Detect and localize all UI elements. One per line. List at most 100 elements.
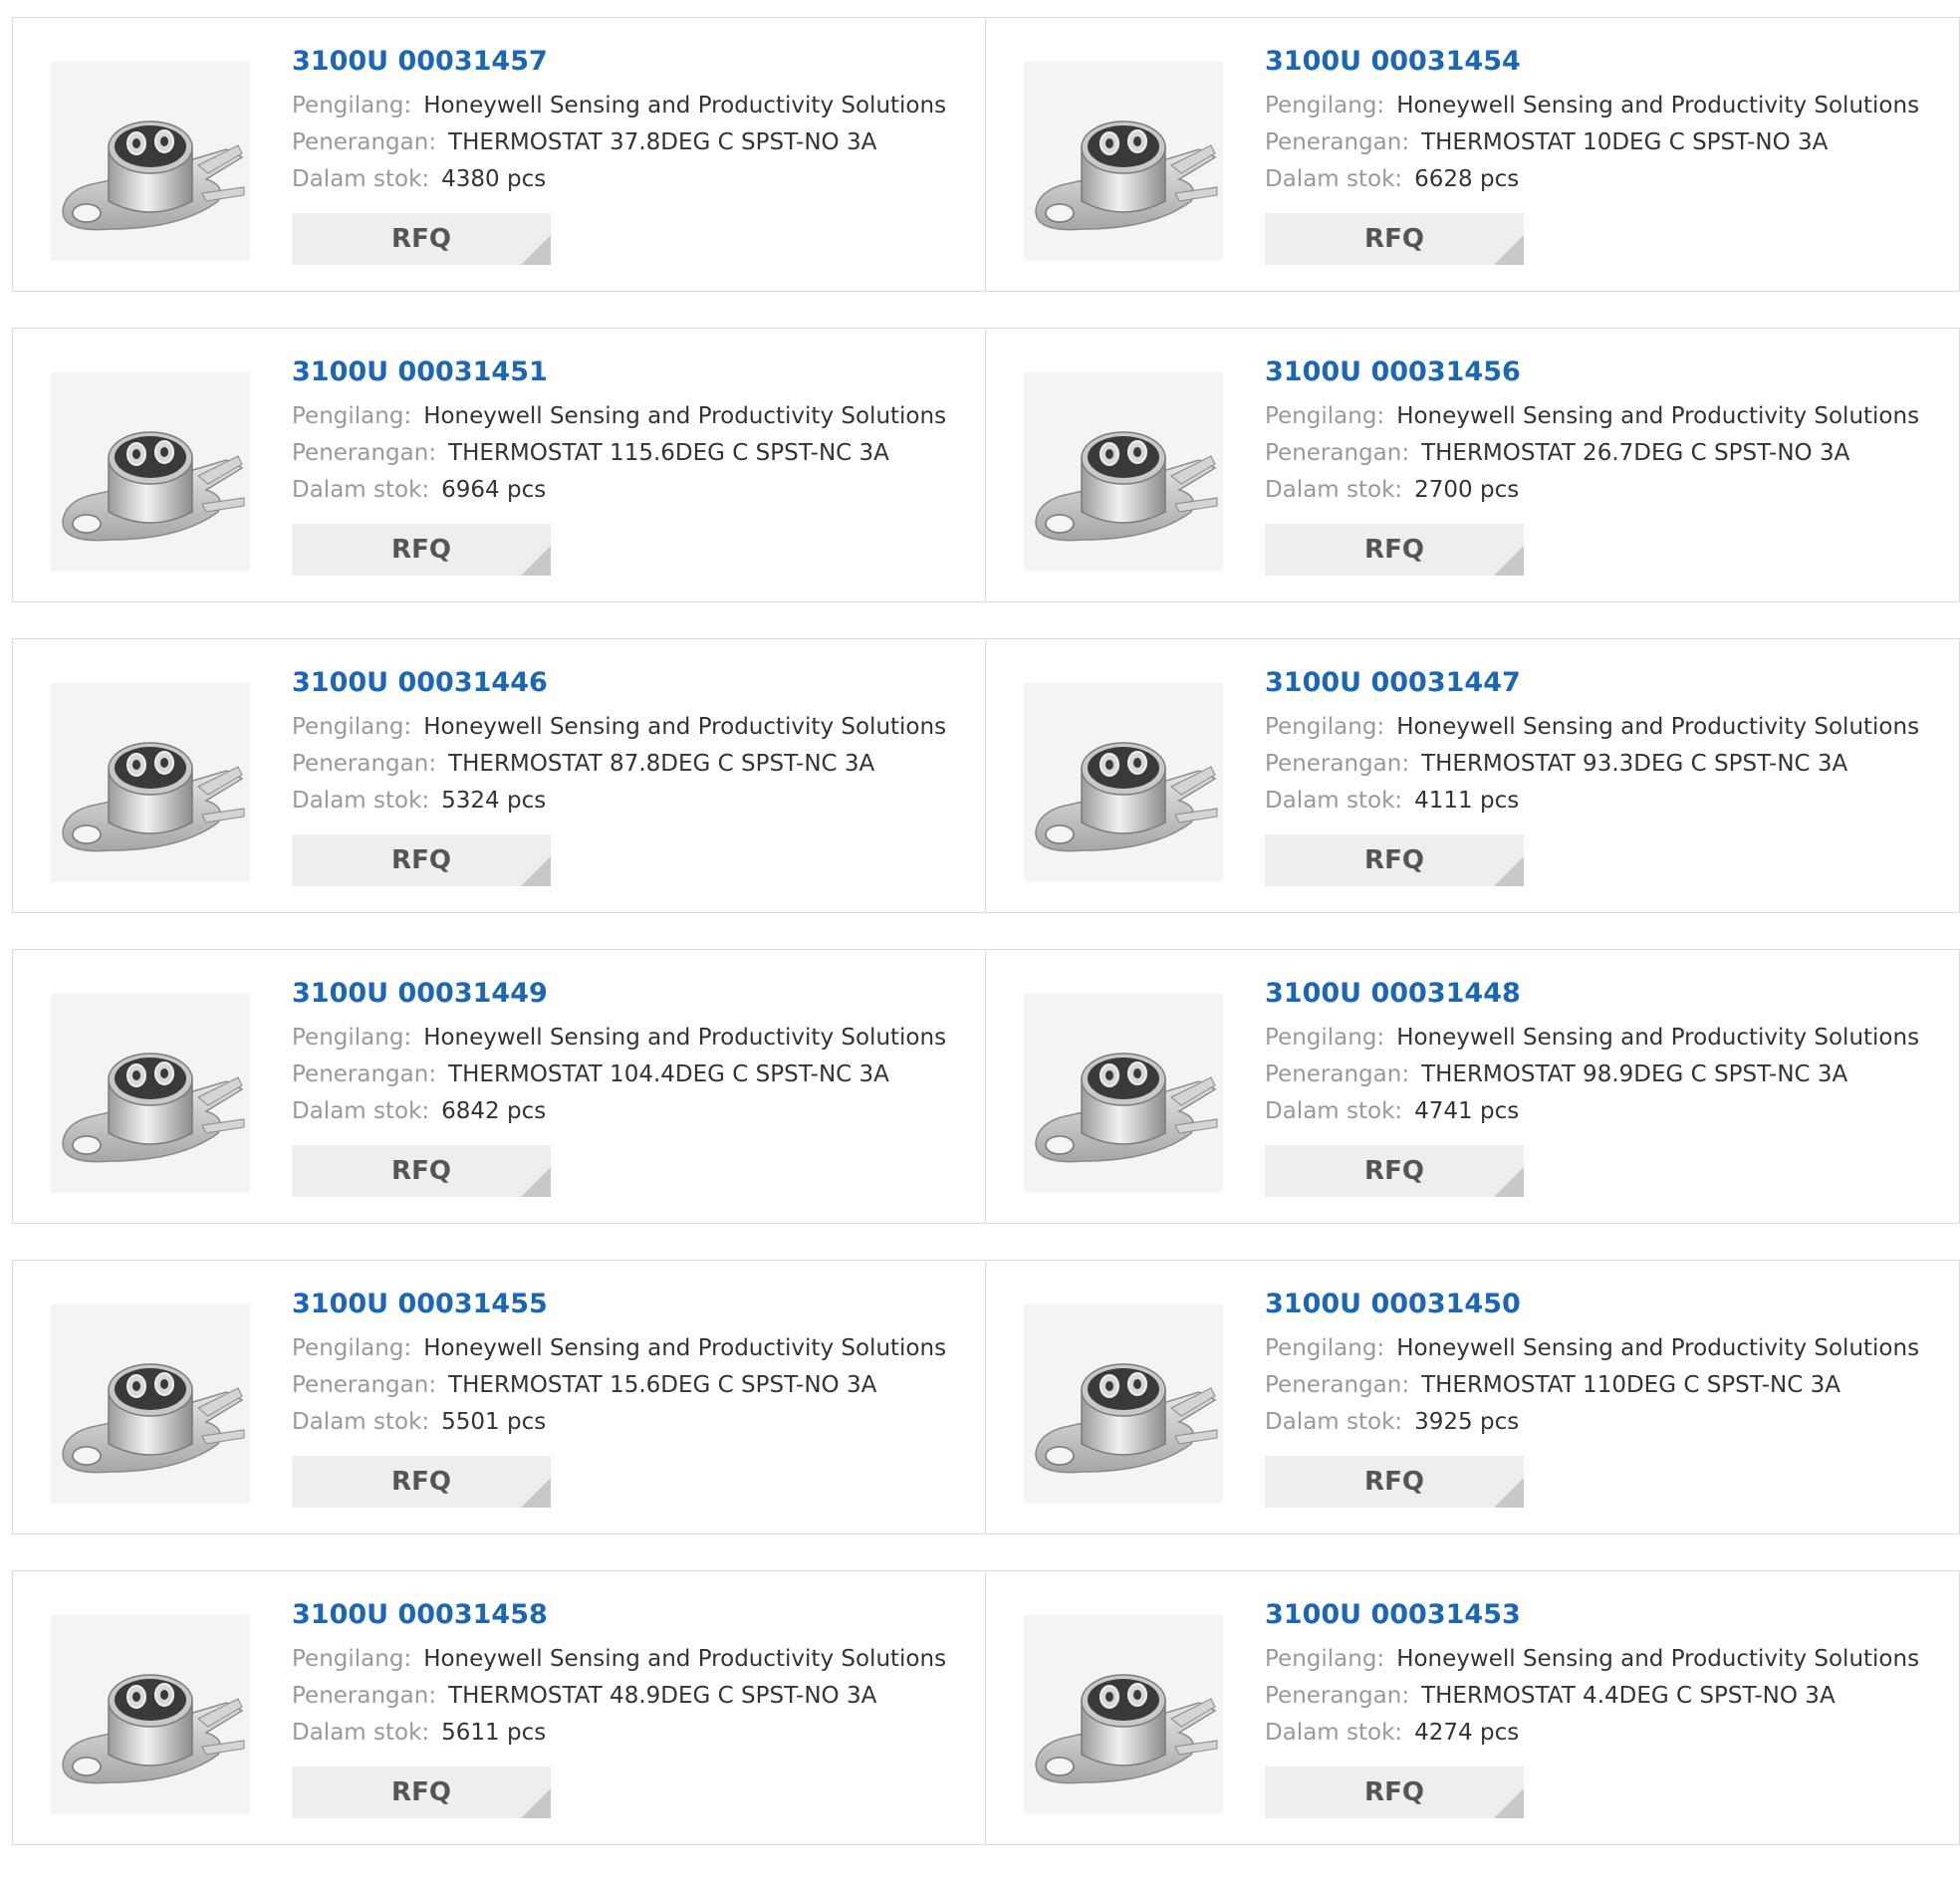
rfq-label: RFQ <box>1364 1777 1424 1807</box>
stock-line: Dalam stok: 4274 pcs <box>1265 1715 1919 1752</box>
stock-label: Dalam stok: <box>1265 477 1403 503</box>
rfq-corner-decoration <box>521 546 551 576</box>
rfq-button[interactable]: RFQ <box>1265 524 1524 576</box>
rfq-button[interactable]: RFQ <box>292 213 551 265</box>
rfq-button[interactable]: RFQ <box>292 524 551 576</box>
rfq-button[interactable]: RFQ <box>1265 834 1524 886</box>
product-title-link[interactable]: 3100U 00031458 <box>292 1597 946 1633</box>
rfq-button[interactable]: RFQ <box>292 1456 551 1508</box>
product-thumbnail[interactable] <box>51 62 250 261</box>
description-label: Penerangan: <box>1265 440 1410 466</box>
rfq-label: RFQ <box>1364 224 1424 254</box>
manufacturer-label: Pengilang: <box>292 714 412 740</box>
product-title-link[interactable]: 3100U 00031447 <box>1265 665 1919 701</box>
product-thumbnail[interactable] <box>1024 62 1223 261</box>
manufacturer-label: Pengilang: <box>292 1335 412 1361</box>
product-thumbnail[interactable] <box>51 683 250 882</box>
rfq-button[interactable]: RFQ <box>1265 213 1524 265</box>
rfq-label: RFQ <box>1364 1467 1424 1497</box>
product-thumbnail[interactable] <box>1024 994 1223 1193</box>
rfq-label: RFQ <box>391 1467 451 1497</box>
description-value: THERMOSTAT 104.4DEG C SPST-NC 3A <box>448 1061 889 1087</box>
manufacturer-value: Honeywell Sensing and Productivity Solut… <box>423 714 947 740</box>
rfq-corner-decoration <box>1494 1167 1524 1197</box>
stock-value: 5324 pcs <box>441 788 547 814</box>
product-title-link[interactable]: 3100U 00031448 <box>1265 976 1919 1012</box>
manufacturer-value: Honeywell Sensing and Productivity Solut… <box>423 1646 947 1672</box>
manufacturer-label: Pengilang: <box>1265 1646 1385 1672</box>
product-card: 3100U 00031446 Pengilang: Honeywell Sensi… <box>12 638 986 913</box>
rfq-button[interactable]: RFQ <box>292 834 551 886</box>
thermostat-image-icon <box>1035 1363 1218 1474</box>
product-thumbnail[interactable] <box>1024 1304 1223 1504</box>
manufacturer-value: Honeywell Sensing and Productivity Solut… <box>1396 1025 1920 1051</box>
product-row: 3100U 00031449 Pengilang: Honeywell Sensi… <box>12 949 1960 1224</box>
stock-line: Dalam stok: 2700 pcs <box>1265 472 1919 509</box>
product-thumbnail[interactable] <box>1024 372 1223 572</box>
description-label: Penerangan: <box>292 1061 437 1087</box>
manufacturer-line: Pengilang: Honeywell Sensing and Producti… <box>292 398 946 435</box>
rfq-button[interactable]: RFQ <box>292 1145 551 1197</box>
stock-label: Dalam stok: <box>292 1409 430 1435</box>
rfq-button[interactable]: RFQ <box>292 1766 551 1818</box>
product-row: 3100U 00031451 Pengilang: Honeywell Sensi… <box>12 328 1960 602</box>
manufacturer-line: Pengilang: Honeywell Sensing and Producti… <box>1265 1641 1919 1678</box>
product-title-link[interactable]: 3100U 00031453 <box>1265 1597 1919 1633</box>
manufacturer-label: Pengilang: <box>1265 714 1385 740</box>
product-title-link[interactable]: 3100U 00031446 <box>292 665 946 701</box>
rfq-button[interactable]: RFQ <box>1265 1456 1524 1508</box>
product-title-link[interactable]: 3100U 00031454 <box>1265 44 1919 80</box>
stock-label: Dalam stok: <box>292 1098 430 1124</box>
thermostat-image-icon <box>62 1363 245 1474</box>
product-card: 3100U 00031458 Pengilang: Honeywell Sensi… <box>12 1570 986 1845</box>
product-info: 3100U 00031447 Pengilang: Honeywell Sensi… <box>1265 665 1919 886</box>
rfq-label: RFQ <box>391 1777 451 1807</box>
manufacturer-value: Honeywell Sensing and Productivity Solut… <box>1396 1335 1920 1361</box>
product-title-link[interactable]: 3100U 00031456 <box>1265 354 1919 390</box>
product-info: 3100U 00031453 Pengilang: Honeywell Sensi… <box>1265 1597 1919 1818</box>
description-label: Penerangan: <box>292 751 437 777</box>
product-title-link[interactable]: 3100U 00031449 <box>292 976 946 1012</box>
rfq-button[interactable]: RFQ <box>1265 1766 1524 1818</box>
product-info: 3100U 00031455 Pengilang: Honeywell Sensi… <box>292 1287 946 1508</box>
product-row: 3100U 00031446 Pengilang: Honeywell Sensi… <box>12 638 1960 913</box>
product-title-link[interactable]: 3100U 00031457 <box>292 44 946 80</box>
manufacturer-label: Pengilang: <box>292 403 412 429</box>
description-label: Penerangan: <box>292 440 437 466</box>
description-label: Penerangan: <box>1265 129 1410 155</box>
product-title-link[interactable]: 3100U 00031450 <box>1265 1287 1919 1322</box>
rfq-corner-decoration <box>1494 546 1524 576</box>
rfq-button[interactable]: RFQ <box>1265 1145 1524 1197</box>
manufacturer-line: Pengilang: Honeywell Sensing and Producti… <box>292 1330 946 1367</box>
stock-value: 2700 pcs <box>1414 477 1520 503</box>
stock-value: 5501 pcs <box>441 1409 547 1435</box>
thermostat-image-icon <box>62 742 245 852</box>
product-info: 3100U 00031458 Pengilang: Honeywell Sensi… <box>292 1597 946 1818</box>
description-label: Penerangan: <box>292 1683 437 1709</box>
product-card: 3100U 00031448 Pengilang: Honeywell Sensi… <box>986 949 1960 1224</box>
manufacturer-value: Honeywell Sensing and Productivity Solut… <box>1396 93 1920 118</box>
description-value: THERMOSTAT 15.6DEG C SPST-NO 3A <box>448 1372 877 1398</box>
stock-line: Dalam stok: 6842 pcs <box>292 1093 946 1130</box>
product-thumbnail[interactable] <box>51 1304 250 1504</box>
product-thumbnail[interactable] <box>51 994 250 1193</box>
stock-label: Dalam stok: <box>292 477 430 503</box>
manufacturer-line: Pengilang: Honeywell Sensing and Producti… <box>292 1020 946 1057</box>
product-info: 3100U 00031449 Pengilang: Honeywell Sensi… <box>292 976 946 1197</box>
product-card: 3100U 00031455 Pengilang: Honeywell Sensi… <box>12 1260 986 1534</box>
rfq-label: RFQ <box>391 535 451 565</box>
product-title-link[interactable]: 3100U 00031455 <box>292 1287 946 1322</box>
description-line: Penerangan: THERMOSTAT 98.9DEG C SPST-NC … <box>1265 1057 1919 1093</box>
product-thumbnail[interactable] <box>1024 1615 1223 1814</box>
product-thumbnail[interactable] <box>1024 683 1223 882</box>
product-thumbnail[interactable] <box>51 1615 250 1814</box>
manufacturer-label: Pengilang: <box>1265 1335 1385 1361</box>
description-label: Penerangan: <box>1265 1683 1410 1709</box>
manufacturer-line: Pengilang: Honeywell Sensing and Producti… <box>1265 1020 1919 1057</box>
product-card: 3100U 00031454 Pengilang: Honeywell Sensi… <box>986 17 1960 292</box>
product-thumbnail[interactable] <box>51 372 250 572</box>
stock-line: Dalam stok: 4111 pcs <box>1265 783 1919 820</box>
product-card: 3100U 00031453 Pengilang: Honeywell Sensi… <box>986 1570 1960 1845</box>
stock-value: 4274 pcs <box>1414 1720 1520 1746</box>
product-title-link[interactable]: 3100U 00031451 <box>292 354 946 390</box>
